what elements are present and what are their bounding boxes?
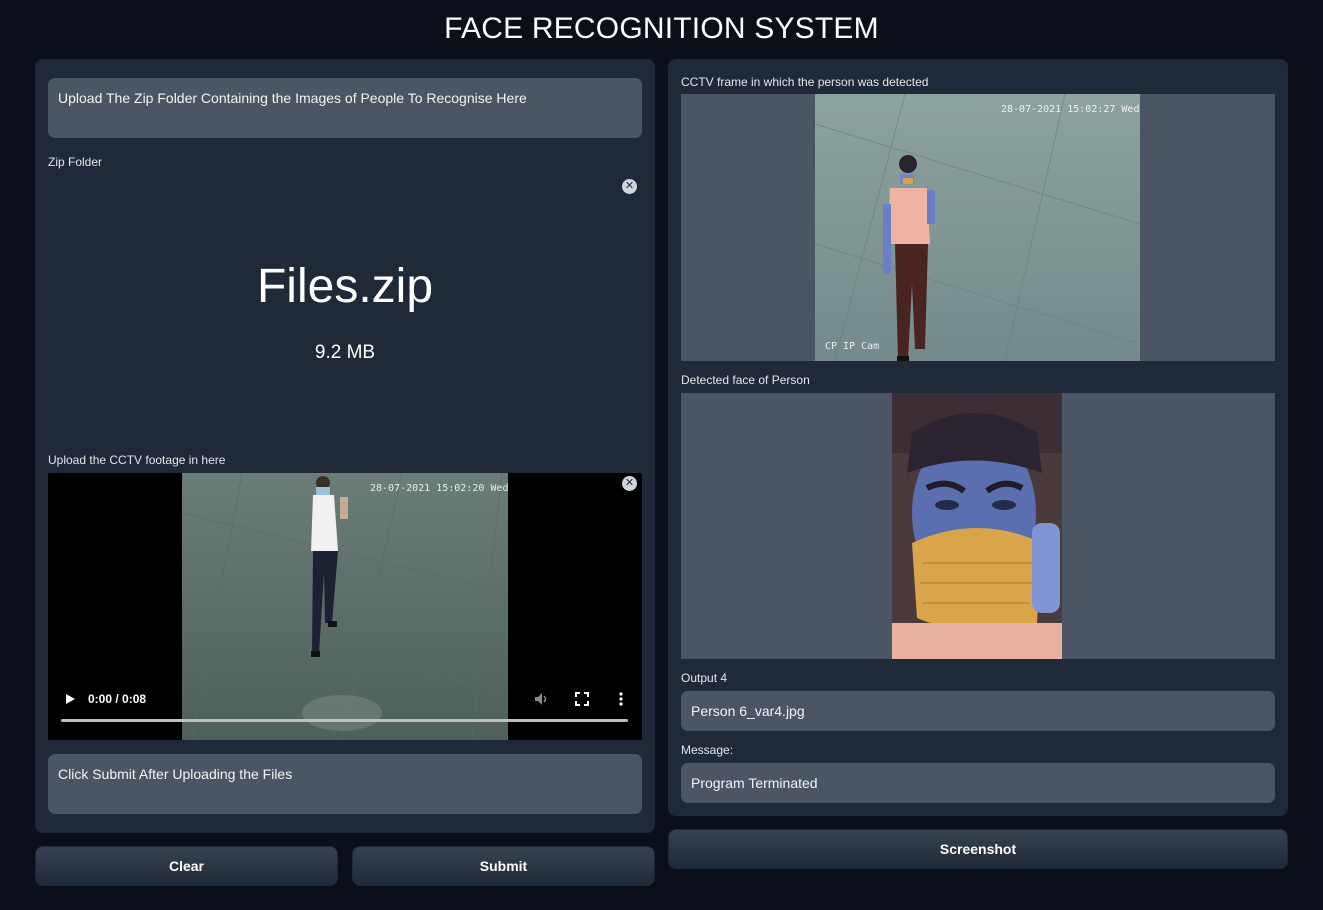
- video-time: 0:00 / 0:08: [88, 692, 147, 706]
- screenshot-button[interactable]: Screenshot: [668, 829, 1288, 869]
- fullscreen-button[interactable]: [574, 691, 590, 707]
- input-panel: Upload The Zip Folder Containing the Ima…: [35, 59, 655, 833]
- fullscreen-icon: [575, 692, 589, 706]
- submit-hint-box: Click Submit After Uploading the Files: [48, 754, 642, 814]
- clear-button[interactable]: Clear: [35, 846, 338, 886]
- remove-zip-button[interactable]: ✕: [622, 179, 637, 194]
- remove-video-button[interactable]: ✕: [622, 476, 637, 491]
- zip-file-name: Files.zip: [256, 260, 434, 313]
- output4-label: Output 4: [681, 671, 728, 685]
- cctv-frame-image: 28-07-2021 15:02:27 Wed CP IP Cam: [681, 94, 1275, 361]
- upload-instruction-box: Upload The Zip Folder Containing the Ima…: [48, 78, 642, 138]
- cctv-frame-label: CCTV frame in which the person was detec…: [681, 75, 929, 89]
- frame-timestamp-overlay: 28-07-2021 15:02:27 Wed: [1001, 104, 1140, 115]
- cctv-video-label: Upload the CCTV footage in here: [48, 453, 226, 467]
- close-icon: ✕: [624, 180, 635, 192]
- output-panel: CCTV frame in which the person was detec…: [668, 59, 1288, 816]
- play-button[interactable]: [62, 691, 78, 707]
- play-icon: [66, 694, 75, 704]
- face-picture: [892, 393, 1062, 659]
- detected-face-label: Detected face of Person: [681, 373, 810, 387]
- zip-folder-label: Zip Folder: [48, 155, 103, 169]
- submit-button[interactable]: Submit: [352, 846, 655, 886]
- more-options-button[interactable]: [614, 691, 628, 707]
- cctv-video-player[interactable]: 28-07-2021 15:02:20 Wed ✕ 0:00 / 0:08: [48, 473, 642, 740]
- frame-picture: [815, 94, 1140, 361]
- output4-field[interactable]: Person 6_var4.jpg: [681, 691, 1275, 731]
- video-frame: [182, 473, 508, 740]
- close-icon: ✕: [624, 477, 635, 489]
- frame-camera-overlay: CP IP Cam: [825, 341, 880, 352]
- volume-button[interactable]: [533, 691, 549, 707]
- more-vert-icon: [619, 692, 623, 706]
- message-field[interactable]: Program Terminated: [681, 763, 1275, 803]
- page-title: FACE RECOGNITION SYSTEM: [444, 12, 879, 45]
- volume-icon: [535, 693, 547, 705]
- zip-file-size: 9.2 MB: [314, 342, 376, 363]
- video-timestamp-overlay: 28-07-2021 15:02:20 Wed: [370, 483, 509, 494]
- video-progress-track[interactable]: [61, 719, 628, 722]
- message-label: Message:: [681, 743, 734, 757]
- detected-face-image: [681, 393, 1275, 659]
